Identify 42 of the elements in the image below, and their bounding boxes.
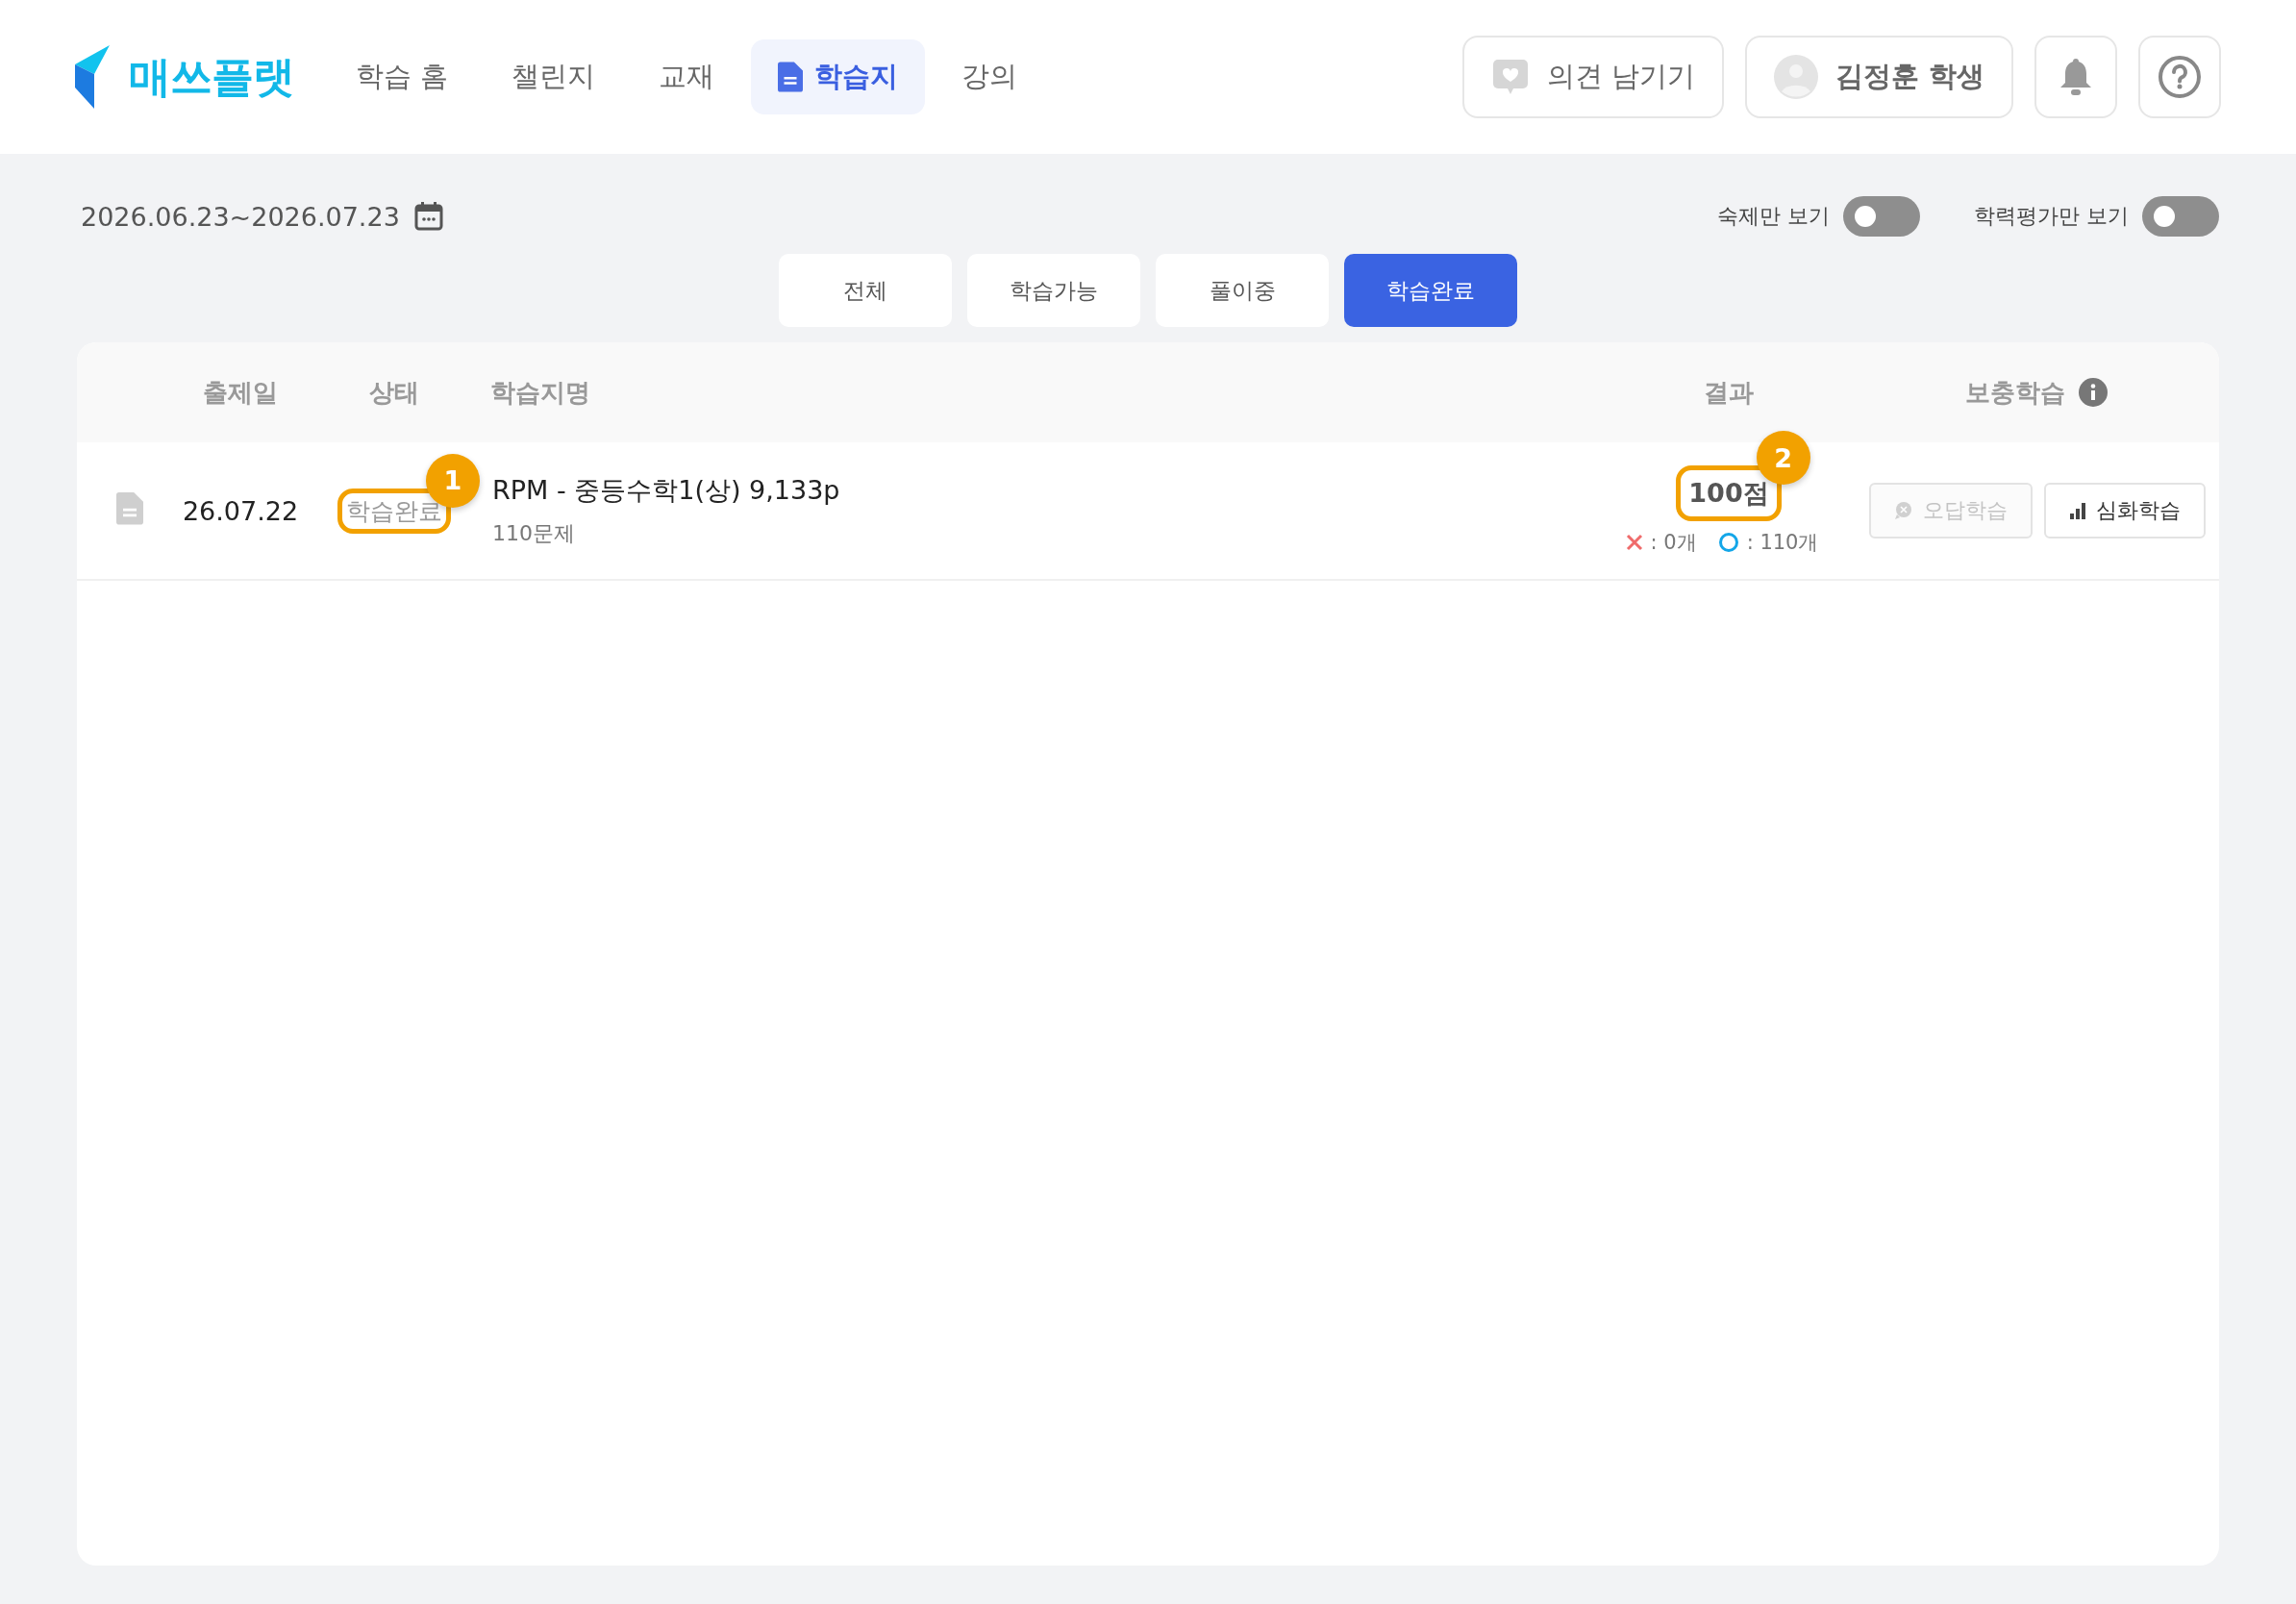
nav-tab[interactable]: 교재 xyxy=(632,39,742,114)
toggle-label: 숙제만 보기 xyxy=(1717,203,1830,230)
question-count: 110문제 xyxy=(492,520,576,547)
nav-tab[interactable]: 학습지 xyxy=(751,39,926,114)
avatar-icon xyxy=(1773,55,1818,99)
worksheet-title[interactable]: RPM - 중등수학1(상) 9,133p xyxy=(492,473,1604,508)
status-tab[interactable]: 학습완료 xyxy=(1344,254,1517,327)
nav-tab[interactable]: 강의 xyxy=(935,39,1045,114)
nav-tab[interactable]: 챌린지 xyxy=(485,39,623,114)
bar-chart-icon xyxy=(2069,502,2086,519)
circle-icon xyxy=(1717,532,1739,553)
calendar-icon[interactable] xyxy=(412,201,444,232)
info-icon[interactable] xyxy=(2079,378,2108,407)
cross-icon xyxy=(1625,534,1643,551)
document-icon xyxy=(778,62,804,92)
wrong-count: : 0개 xyxy=(1650,530,1697,556)
column-header: 학습지명 xyxy=(490,376,590,409)
toggle-switch[interactable] xyxy=(2142,196,2219,237)
column-header: 보충학습 xyxy=(1965,376,2065,409)
status-tab[interactable]: 전체 xyxy=(779,254,952,327)
notification-button[interactable] xyxy=(2034,36,2117,118)
logo-text: 매쓰플랫 xyxy=(129,50,294,103)
status-tab[interactable]: 풀이중 xyxy=(1156,254,1329,327)
column-header: 결과 xyxy=(1704,376,1754,409)
date-range: 2026.06.23~2026.07.23 xyxy=(81,201,400,232)
document-icon xyxy=(116,492,143,525)
nav-tab[interactable]: 학습 홈 xyxy=(329,39,476,114)
toggle-switch[interactable] xyxy=(1843,196,1920,237)
date-cell: 26.07.22 xyxy=(182,495,299,526)
help-icon xyxy=(2158,55,2202,99)
user-button[interactable]: 김정훈 학생 xyxy=(1744,36,2013,118)
study-button[interactable]: 심화학습 xyxy=(2044,483,2206,539)
message-icon xyxy=(1894,501,1913,520)
column-header: 상태 xyxy=(369,376,419,409)
bell-icon xyxy=(2059,57,2093,97)
column-header: 출제일 xyxy=(203,376,278,409)
toggle-label: 학력평가만 보기 xyxy=(1974,203,2129,230)
feedback-button[interactable]: 의견 남기기 xyxy=(1461,36,1724,118)
correct-count: : 110개 xyxy=(1746,530,1819,556)
status-tab[interactable]: 학습가능 xyxy=(967,254,1140,327)
heart-message-icon xyxy=(1490,58,1530,96)
help-button[interactable] xyxy=(2138,36,2221,118)
